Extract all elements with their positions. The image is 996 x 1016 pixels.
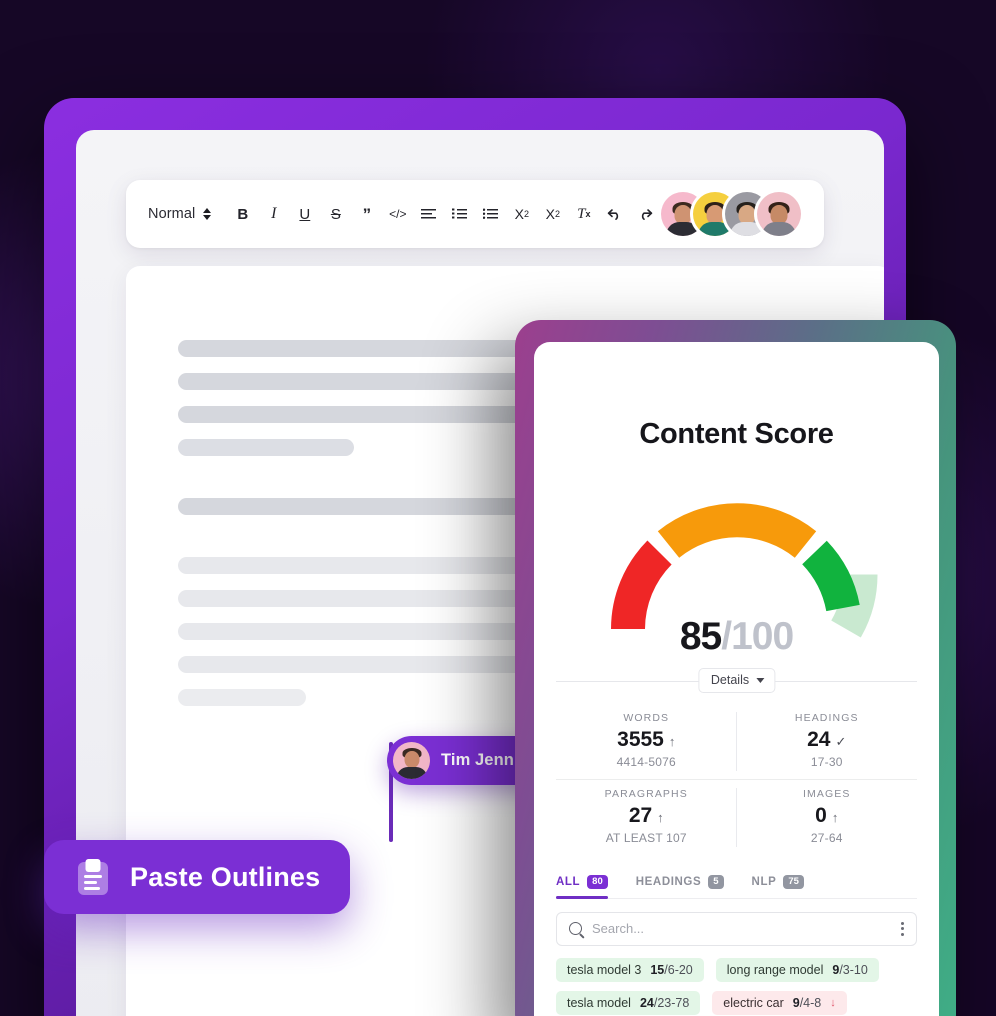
keyword-term: electric car bbox=[723, 995, 784, 1010]
italic-button[interactable]: I bbox=[261, 199, 286, 229]
editor-toolbar: Normal B I U S ” </> X2 X2 Tx bbox=[126, 180, 824, 248]
stat-range: 27-64 bbox=[810, 831, 843, 845]
keyword-count: 9/3-10 bbox=[832, 962, 868, 977]
tab-headings[interactable]: HEADINGS 5 bbox=[636, 871, 724, 898]
redo-icon[interactable] bbox=[633, 199, 658, 229]
keyword-count: 15/6-20 bbox=[650, 962, 693, 977]
paste-outlines-button[interactable]: Paste Outlines bbox=[44, 840, 350, 914]
details-label: Details bbox=[710, 673, 750, 687]
stat-label: IMAGES bbox=[803, 788, 851, 800]
tab-badge: 5 bbox=[708, 875, 724, 889]
keyword-count: 24/23-78 bbox=[639, 995, 690, 1010]
avatar[interactable] bbox=[757, 192, 802, 236]
keyword-count: 9/4-8 bbox=[792, 995, 822, 1010]
blockquote-icon[interactable]: ” bbox=[354, 199, 379, 229]
clipboard-icon bbox=[78, 859, 108, 895]
stat-value: 0 bbox=[815, 804, 827, 827]
stat-value-row: 24 ✓ bbox=[737, 728, 918, 752]
clear-formatting-icon[interactable]: Tx bbox=[571, 199, 596, 229]
search-icon bbox=[569, 922, 582, 935]
superscript-icon[interactable]: X2 bbox=[540, 199, 565, 229]
stat-value-row: 3555 ↑ bbox=[556, 728, 737, 752]
stat-value-row: 0 ↑ bbox=[737, 804, 918, 828]
stat-range: 4414-5076 bbox=[616, 755, 676, 769]
keyword-tabs: ALL 80 HEADINGS 5 NLP 75 bbox=[556, 871, 917, 899]
details-toggle-button[interactable]: Details bbox=[697, 668, 776, 693]
stat-cell: IMAGES 0 ↑ 27-64 bbox=[737, 780, 918, 855]
score-readout: 85/100 bbox=[556, 615, 917, 659]
text-line bbox=[178, 439, 354, 456]
stat-label: HEADINGS bbox=[794, 712, 859, 724]
stat-check-icon: ✓ bbox=[835, 734, 847, 749]
align-icon[interactable] bbox=[416, 199, 441, 229]
stat-label: PARAGRAPHS bbox=[604, 788, 688, 800]
bullet-list-icon[interactable] bbox=[478, 199, 503, 229]
stat-cell: WORDS 3555 ↑ 4414-5076 bbox=[556, 704, 737, 780]
paragraph-style-label[interactable]: Normal bbox=[148, 206, 195, 222]
stat-cell: PARAGRAPHS 27 ↑ AT LEAST 107 bbox=[556, 780, 737, 855]
stat-trend-icon: ↑ bbox=[831, 810, 839, 825]
tab-nlp[interactable]: NLP 75 bbox=[752, 871, 804, 898]
undo-icon[interactable] bbox=[602, 199, 627, 229]
chevron-down-icon bbox=[756, 677, 765, 683]
stat-range: AT LEAST 107 bbox=[605, 831, 687, 845]
tab-label: NLP bbox=[751, 875, 777, 888]
stat-value: 27 bbox=[628, 804, 653, 827]
keyword-term: long range model bbox=[726, 962, 824, 977]
details-divider: Details bbox=[556, 668, 917, 693]
paragraph-style-stepper-icon[interactable] bbox=[203, 208, 212, 220]
score-denominator: /100 bbox=[721, 615, 794, 658]
more-options-icon[interactable] bbox=[901, 921, 904, 936]
bold-button[interactable]: B bbox=[230, 199, 255, 229]
keyword-term: tesla model bbox=[567, 995, 631, 1010]
stat-cell: HEADINGS 24 ✓ 17-30 bbox=[736, 704, 918, 780]
collaborator-avatar bbox=[393, 742, 430, 779]
subscript-icon[interactable]: X2 bbox=[509, 199, 534, 229]
content-stats-grid: WORDS 3555 ↑ 4414-5076 HEADINGS 24 ✓ 17-… bbox=[556, 704, 917, 855]
ordered-list-icon[interactable] bbox=[447, 199, 472, 229]
stat-value: 24 bbox=[807, 728, 831, 751]
keyword-chip-list: tesla model 3 15/6-20 long range model 9… bbox=[556, 957, 917, 1016]
stat-value: 3555 bbox=[617, 728, 664, 751]
score-value: 85 bbox=[679, 615, 722, 658]
tab-all[interactable]: ALL 80 bbox=[556, 871, 608, 898]
keyword-search-bar[interactable] bbox=[556, 911, 917, 946]
keyword-trend-down-icon: ↓ bbox=[830, 996, 836, 1009]
underline-button[interactable]: U bbox=[292, 199, 317, 229]
content-score-gauge: 85/100 bbox=[556, 469, 917, 659]
tab-badge: 80 bbox=[587, 875, 608, 889]
paste-outlines-label: Paste Outlines bbox=[130, 861, 321, 892]
code-block-icon[interactable]: </> bbox=[385, 199, 410, 229]
stat-label: WORDS bbox=[623, 712, 670, 724]
keyword-chip[interactable]: tesla model 24/23-78 bbox=[556, 990, 701, 1015]
keyword-chip[interactable]: long range model 9/3-10 bbox=[715, 957, 879, 982]
text-line bbox=[178, 689, 306, 706]
strikethrough-button[interactable]: S bbox=[323, 199, 348, 229]
keyword-term: tesla model 3 bbox=[567, 962, 642, 977]
tab-badge: 75 bbox=[783, 875, 804, 889]
stat-trend-icon: ↑ bbox=[668, 734, 676, 749]
keyword-chip[interactable]: electric car 9/4-8 ↓ bbox=[712, 990, 847, 1015]
tab-label: ALL bbox=[556, 875, 581, 888]
search-input[interactable] bbox=[592, 921, 891, 936]
keyword-chip[interactable]: tesla model 3 15/6-20 bbox=[556, 957, 704, 982]
page-title: Content Score bbox=[639, 418, 834, 450]
stat-trend-icon: ↑ bbox=[657, 810, 664, 825]
content-score-card: Content Score 85/100 Details WORDS 3555 … bbox=[534, 342, 939, 1016]
content-score-window: Content Score 85/100 Details WORDS 3555 … bbox=[515, 320, 956, 1016]
stat-value-row: 27 ↑ bbox=[556, 804, 737, 828]
collaborator-avatars[interactable] bbox=[661, 192, 803, 236]
stat-range: 17-30 bbox=[810, 755, 843, 769]
tab-label: HEADINGS bbox=[635, 875, 702, 888]
